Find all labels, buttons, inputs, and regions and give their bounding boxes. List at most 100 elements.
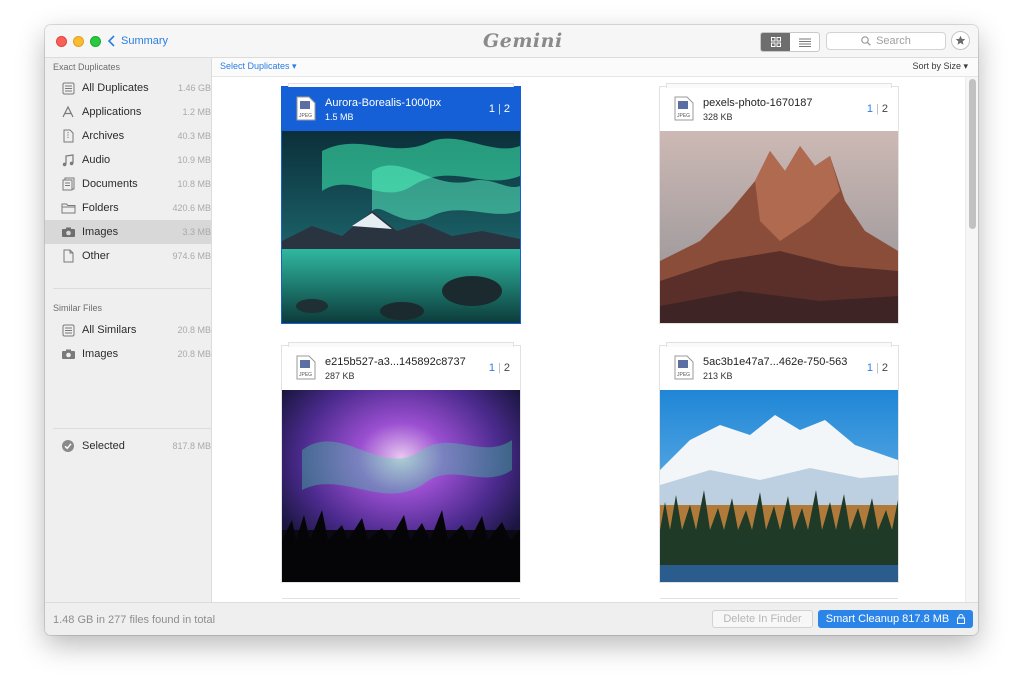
file-name: 5ac3b1e47a7...462e-750-563 xyxy=(703,356,848,368)
sidebar-item-label: Other xyxy=(82,250,110,262)
sidebar-item-size: 20.8 MB xyxy=(177,325,211,335)
svg-text:JPEG: JPEG xyxy=(299,372,312,378)
file-size: 213 KB xyxy=(703,371,733,381)
jpeg-file-icon: JPEG xyxy=(296,355,316,380)
card-header: JPEG pexels-photo-1670187 328 KB 1 | 2 xyxy=(660,87,898,131)
duplicate-count: 1 | 2 xyxy=(866,362,888,374)
duplicate-group-card[interactable]: JPEG e215b527-a3...145892c8737 287 KB 1 |… xyxy=(282,342,520,582)
back-to-summary-button[interactable]: Summary xyxy=(108,33,168,49)
smart-cleanup-button[interactable]: Smart Cleanup 817.8 MB xyxy=(818,610,973,628)
svg-text:JPEG: JPEG xyxy=(299,113,312,119)
snowy-mountain-photo xyxy=(660,390,898,582)
grid-view-button[interactable] xyxy=(761,33,790,51)
sidebar-item-documents[interactable]: Documents 10.8 MB xyxy=(45,172,211,196)
search-icon xyxy=(861,36,871,46)
aurora-photo xyxy=(282,131,520,323)
list-icon xyxy=(798,38,811,47)
list-view-button[interactable] xyxy=(790,33,819,51)
duplicate-count: 1 | 2 xyxy=(488,362,510,374)
svg-text:JPEG: JPEG xyxy=(677,372,690,378)
favorite-star-button[interactable] xyxy=(951,31,970,50)
back-label: Summary xyxy=(121,35,169,47)
close-window-button[interactable] xyxy=(56,36,67,47)
card-header: JPEG Aurora-Borealis-1000px 1.5 MB 1 | 2 xyxy=(282,87,520,131)
count-current: 1 xyxy=(488,362,496,374)
sidebar-divider xyxy=(53,428,211,429)
search-field[interactable]: Search xyxy=(826,32,946,50)
music-note-icon xyxy=(60,153,76,167)
sidebar-item-all-duplicates[interactable]: All Duplicates 1.46 GB xyxy=(45,76,211,100)
jpeg-file-icon: JPEG xyxy=(674,96,694,121)
sidebar-item-label: Archives xyxy=(82,130,125,142)
sidebar-item-label: All Duplicates xyxy=(82,82,149,94)
minimize-window-button[interactable] xyxy=(73,36,84,47)
sidebar-item-all-similars[interactable]: All Similars 20.8 MB xyxy=(45,318,211,342)
archive-icon xyxy=(60,129,76,143)
status-footer: 1.48 GB in 277 files found in total Dele… xyxy=(45,602,978,635)
sidebar-item-size: 420.6 MB xyxy=(172,203,211,213)
sidebar-item-folders[interactable]: Folders 420.6 MB xyxy=(45,196,211,220)
app-logo: Gemini xyxy=(483,30,563,52)
sidebar-item-similar-images[interactable]: Images 20.8 MB xyxy=(45,342,211,366)
sidebar-item-images[interactable]: Images 3.3 MB xyxy=(45,220,211,244)
duplicate-count: 1 | 2 xyxy=(866,103,888,115)
file-size: 328 KB xyxy=(703,112,733,122)
jpeg-file-icon: JPEG xyxy=(296,96,316,121)
duplicates-grid: JPEG Aurora-Borealis-1000px 1.5 MB 1|2 xyxy=(212,77,978,602)
sidebar-item-label: Applications xyxy=(82,106,142,118)
file-size: 287 KB xyxy=(325,371,355,381)
duplicate-group-card[interactable]: JPEG Aurora-Borealis-1000px 1.5 MB 1 | 2 xyxy=(282,83,520,323)
sidebar-divider xyxy=(53,288,211,289)
card-header: JPEG e215b527-a3...145892c8737 287 KB 1 |… xyxy=(282,346,520,390)
card-header: JPEG 5ac3b1e47a7...462e-750-563 213 KB 1… xyxy=(660,346,898,390)
file-size: 1.5 MB xyxy=(325,112,354,122)
sidebar-item-other[interactable]: Other 974.6 MB xyxy=(45,244,211,268)
sort-by-menu[interactable]: Sort by Size ▾ xyxy=(912,61,968,72)
folder-icon xyxy=(60,201,76,215)
star-icon xyxy=(955,35,966,45)
all-duplicates-icon xyxy=(60,81,76,95)
all-similars-icon xyxy=(60,323,76,337)
zoom-window-button[interactable] xyxy=(90,36,101,47)
delete-in-finder-label: Delete In Finder xyxy=(723,613,802,625)
file-name: e215b527-a3...145892c8737 xyxy=(325,356,466,368)
count-total: 2 xyxy=(881,103,888,115)
sidebar-item-size: 20.8 MB xyxy=(177,349,211,359)
title-bar: Summary Gemini Search xyxy=(45,25,978,58)
duplicate-group-card[interactable]: JPEG pexels-photo-1670187 328 KB 1 | 2 xyxy=(660,83,898,323)
camera-icon xyxy=(60,347,76,361)
sidebar-item-label: Documents xyxy=(82,178,138,190)
count-total: 2 xyxy=(503,362,510,374)
app-window: Summary Gemini Search Exact Duplicates A… xyxy=(45,25,978,635)
sidebar-item-size: 1.2 MB xyxy=(182,107,211,117)
purple-aurora-photo xyxy=(282,390,520,582)
file-name: Aurora-Borealis-1000px xyxy=(325,97,442,109)
select-duplicates-menu[interactable]: Select Duplicates ▾ xyxy=(220,61,297,72)
scrollbar-thumb[interactable] xyxy=(969,79,976,229)
count-current: 1 xyxy=(866,362,874,374)
sidebar-item-label: Images xyxy=(82,226,119,238)
sidebar-item-size: 817.8 MB xyxy=(172,441,211,451)
sidebar-item-label: Images xyxy=(82,348,119,360)
sidebar-item-audio[interactable]: Audio 10.9 MB xyxy=(45,148,211,172)
mountain-photo xyxy=(660,131,898,323)
sidebar-item-applications[interactable]: Applications 1.2 MB xyxy=(45,100,211,124)
smart-cleanup-label: Smart Cleanup 817.8 MB xyxy=(825,613,950,625)
sidebar-item-selected[interactable]: Selected 817.8 MB xyxy=(45,434,211,458)
documents-icon xyxy=(60,177,76,191)
sidebar: Exact Duplicates All Duplicates 1.46 GB … xyxy=(45,58,212,602)
count-total: 2 xyxy=(503,103,510,115)
sidebar-item-label: All Similars xyxy=(82,324,137,336)
lock-icon xyxy=(957,614,966,624)
jpeg-file-icon: JPEG xyxy=(674,355,694,380)
count-total: 2 xyxy=(881,362,888,374)
vertical-scrollbar[interactable] xyxy=(965,77,978,602)
delete-in-finder-button[interactable]: Delete In Finder xyxy=(712,610,813,628)
grid-icon xyxy=(770,37,781,47)
exact-duplicates-heading: Exact Duplicates xyxy=(53,62,121,72)
view-mode-toggle xyxy=(760,32,820,52)
duplicate-count: 1 | 2 xyxy=(488,103,510,115)
sidebar-item-archives[interactable]: Archives 40.3 MB xyxy=(45,124,211,148)
scan-summary-text: 1.48 GB in 277 files found in total xyxy=(53,614,216,626)
duplicate-group-card[interactable]: JPEG 5ac3b1e47a7...462e-750-563 213 KB 1… xyxy=(660,342,898,582)
